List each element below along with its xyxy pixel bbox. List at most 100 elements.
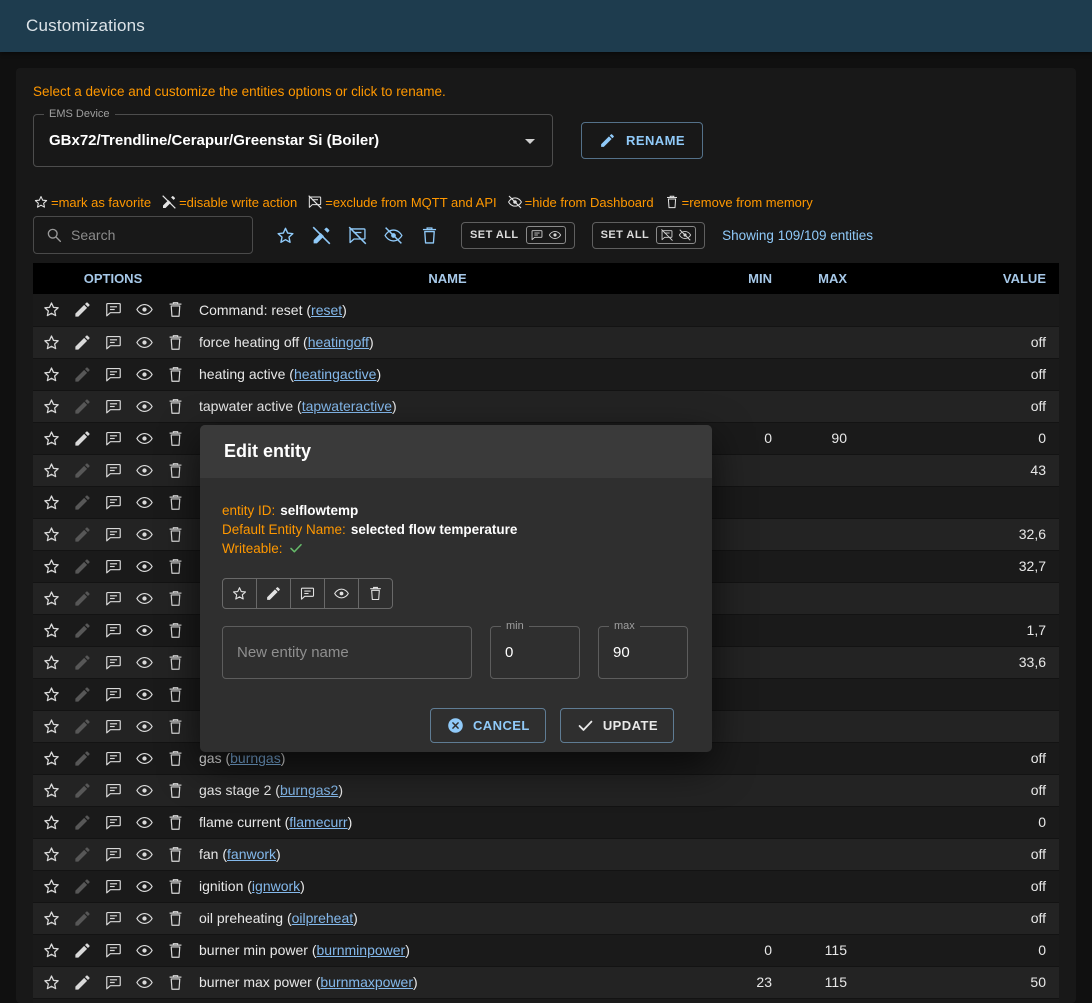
star-icon-button[interactable]	[42, 909, 61, 928]
mqtt-icon-button[interactable]	[104, 589, 123, 608]
eye-icon-button[interactable]	[135, 621, 154, 640]
eye-option-toggle[interactable]	[324, 578, 359, 609]
entity-shortname-link[interactable]: fanwork	[227, 846, 276, 862]
star-option-toggle[interactable]	[222, 578, 257, 609]
pencil-icon-button[interactable]	[73, 461, 92, 480]
eye-icon-button[interactable]	[135, 300, 154, 319]
trash-icon-button[interactable]	[166, 525, 185, 544]
pencil-icon-button[interactable]	[73, 589, 92, 608]
pencil-icon-button[interactable]	[73, 845, 92, 864]
entity-shortname-link[interactable]: heatingactive	[294, 366, 377, 382]
eye-icon-button[interactable]	[135, 365, 154, 384]
trash-icon-button[interactable]	[166, 877, 185, 896]
search-input[interactable]	[71, 227, 241, 243]
mqtt-icon-button[interactable]	[104, 813, 123, 832]
star-icon-button[interactable]	[42, 781, 61, 800]
mqtt-icon-button[interactable]	[104, 365, 123, 384]
eye-icon-button[interactable]	[135, 557, 154, 576]
pencil-icon-button[interactable]	[73, 525, 92, 544]
star-icon-button[interactable]	[42, 685, 61, 704]
eye-icon-button[interactable]	[135, 589, 154, 608]
mqtt-icon-button[interactable]	[104, 525, 123, 544]
eye-icon-button[interactable]	[135, 333, 154, 352]
trash-icon-button[interactable]	[166, 845, 185, 864]
pencil-off-filter-toggle[interactable]	[306, 220, 336, 250]
pencil-icon-button[interactable]	[73, 621, 92, 640]
table-row[interactable]: burner max power (burnmaxpower)2311550	[33, 966, 1059, 998]
mqtt-icon-button[interactable]	[104, 493, 123, 512]
eye-icon-button[interactable]	[135, 717, 154, 736]
mqtt-icon-button[interactable]	[104, 685, 123, 704]
trash-icon-button[interactable]	[166, 941, 185, 960]
entity-shortname-link[interactable]: flamecurr	[289, 814, 347, 830]
star-icon-button[interactable]	[42, 621, 61, 640]
mqtt-icon-button[interactable]	[104, 781, 123, 800]
trash-icon-button[interactable]	[166, 717, 185, 736]
trash-icon-button[interactable]	[166, 973, 185, 992]
table-row[interactable]: Command: reset (reset)	[33, 294, 1059, 326]
pencil-option-toggle[interactable]	[256, 578, 291, 609]
pencil-icon-button[interactable]	[73, 365, 92, 384]
table-row[interactable]: flame current (flamecurr)0	[33, 806, 1059, 838]
star-icon-button[interactable]	[42, 300, 61, 319]
entity-shortname-link[interactable]: burngas	[230, 750, 281, 766]
star-icon-button[interactable]	[42, 813, 61, 832]
table-row[interactable]: gas stage 2 (burngas2)off	[33, 774, 1059, 806]
star-icon-button[interactable]	[42, 429, 61, 448]
pencil-icon-button[interactable]	[73, 397, 92, 416]
pencil-icon-button[interactable]	[73, 557, 92, 576]
table-row[interactable]: heating active (heatingactive)off	[33, 358, 1059, 390]
table-row[interactable]: tapwater active (tapwateractive)off	[33, 390, 1059, 422]
mqtt-icon-button[interactable]	[104, 397, 123, 416]
eye-icon-button[interactable]	[135, 525, 154, 544]
pencil-icon-button[interactable]	[73, 749, 92, 768]
entity-shortname-link[interactable]: ignwork	[252, 878, 300, 894]
entity-shortname-link[interactable]: tapwateractive	[302, 398, 392, 414]
pencil-icon-button[interactable]	[73, 941, 92, 960]
mqtt-icon-button[interactable]	[104, 749, 123, 768]
eye-icon-button[interactable]	[135, 461, 154, 480]
update-button[interactable]: UPDATE	[560, 708, 674, 743]
entity-shortname-link[interactable]: burnmaxpower	[320, 974, 413, 990]
mqtt-icon-button[interactable]	[104, 877, 123, 896]
trash-icon-button[interactable]	[166, 429, 185, 448]
table-row[interactable]: burner min power (burnminpower)01150	[33, 934, 1059, 966]
star-icon-button[interactable]	[42, 397, 61, 416]
mqtt-icon-button[interactable]	[104, 333, 123, 352]
ems-device-select[interactable]: EMS Device GBx72/Trendline/Cerapur/Green…	[33, 114, 553, 167]
trash-icon-button[interactable]	[166, 621, 185, 640]
star-icon-button[interactable]	[42, 365, 61, 384]
pencil-icon-button[interactable]	[73, 973, 92, 992]
star-icon-button[interactable]	[42, 557, 61, 576]
pencil-icon-button[interactable]	[73, 493, 92, 512]
star-icon-button[interactable]	[42, 461, 61, 480]
eye-icon-button[interactable]	[135, 653, 154, 672]
entity-shortname-link[interactable]: oilpreheat	[292, 910, 354, 926]
pencil-icon-button[interactable]	[73, 877, 92, 896]
entity-shortname-link[interactable]: burnminpower	[317, 942, 406, 958]
mqtt-icon-button[interactable]	[104, 621, 123, 640]
eye-icon-button[interactable]	[135, 877, 154, 896]
mqtt-icon-button[interactable]	[104, 973, 123, 992]
eye-icon-button[interactable]	[135, 429, 154, 448]
trash-icon-button[interactable]	[166, 781, 185, 800]
search-box[interactable]	[33, 216, 253, 254]
trash-icon-button[interactable]	[166, 461, 185, 480]
mqtt-off-filter-toggle[interactable]	[342, 220, 372, 250]
pencil-icon-button[interactable]	[73, 781, 92, 800]
mqtt-icon-button[interactable]	[104, 845, 123, 864]
star-filter-toggle[interactable]	[270, 220, 300, 250]
mqtt-icon-button[interactable]	[104, 461, 123, 480]
mqtt-icon-button[interactable]	[104, 300, 123, 319]
trash-icon-button[interactable]	[166, 813, 185, 832]
mqtt-icon-button[interactable]	[104, 717, 123, 736]
entity-shortname-link[interactable]: burngas2	[280, 782, 338, 798]
entity-shortname-link[interactable]: heatingoff	[308, 334, 369, 350]
star-icon-button[interactable]	[42, 653, 61, 672]
eye-icon-button[interactable]	[135, 781, 154, 800]
new-entity-name-field[interactable]	[222, 626, 472, 679]
eye-icon-button[interactable]	[135, 685, 154, 704]
new-entity-name-input[interactable]	[223, 644, 471, 661]
eye-icon-button[interactable]	[135, 845, 154, 864]
trash-icon-button[interactable]	[166, 300, 185, 319]
